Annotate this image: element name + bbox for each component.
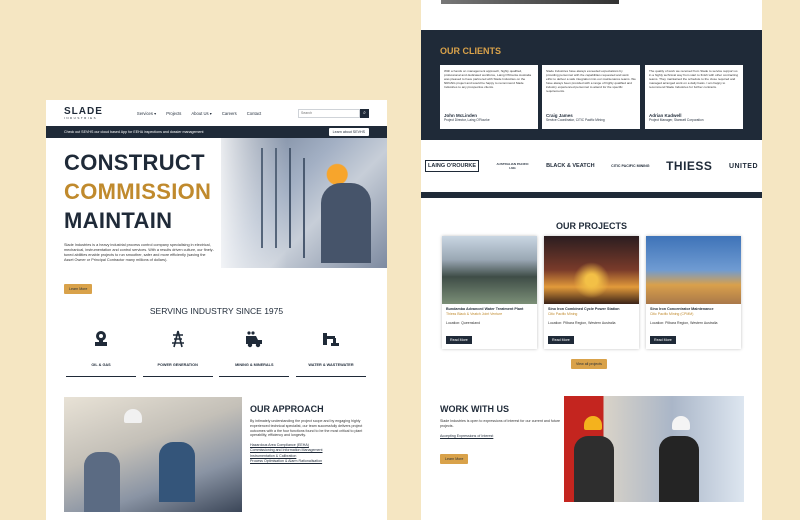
black-veatch-logo: BLACK & VEATCH [546,163,595,169]
project-location: Location: Pilbara Region, Western Austra… [650,321,718,325]
search-input[interactable] [298,108,360,118]
thiess-logo: THIESS [666,159,713,173]
hero-headline: CONSTRUCT COMMISSION MAINTAIN [64,148,211,235]
industry-label: MINING & MINERALS [235,363,274,367]
water-tap-icon [322,333,339,346]
headline-commission: COMMISSION [64,179,212,204]
industry-mining-minerals[interactable]: MINING & MINERALS [219,330,290,377]
project-photo-water-plant [442,236,537,304]
power-tower-icon [171,330,184,348]
read-more-button[interactable]: Read More [650,336,676,344]
headline-construct: CONSTRUCT [64,150,205,175]
project-card[interactable]: Sino Iron Combined Cycle Power Station C… [544,236,639,349]
clients-title: OUR CLIENTS [440,46,502,56]
work-learn-more-button[interactable]: Learn More [440,453,469,464]
testimonial-quote: With a hands on management approach, hig… [444,69,532,89]
read-more-button[interactable]: Read More [446,336,472,344]
project-title: Bundamba Advanced Water Treatment Plant [446,307,524,311]
citic-pacific-mining-logo: CITIC PACIFIC MINING [611,164,650,168]
approach-link-process-optimisation[interactable]: Process Optimisation & Alarm Rationalisa… [250,459,370,464]
expressions-of-interest-link[interactable]: Accepting Expressions of Interest [440,434,565,438]
approach-section: OUR APPROACH By intimately understanding… [250,404,370,464]
project-card[interactable]: Sino Iron Concentrator Maintenance Citic… [646,236,741,349]
testimonial-quote: The quality of work we received from Sla… [649,69,739,89]
learn-about-sevhs-button[interactable]: Learn about SEVHS [328,128,369,136]
client-logos-strip: LAING O'ROURKE AUSTRALIAN PACIFIC LNG BL… [421,140,762,198]
hero-description: Slade Industries is a heavy industrial p… [64,243,214,262]
approach-title: OUR APPROACH [250,404,324,414]
testimonial-role: Service Coordinator, CITIC Pacific Minin… [546,118,605,122]
banner-text: Check out SEVHS our cloud based App for … [64,130,204,134]
testimonial-role: Project Manager, Stanwell Corporation [649,118,704,122]
homepage-right-column: OUR CLIENTS With a hands on management a… [421,0,762,520]
industry-label: POWER GENERATION [157,363,198,367]
projects-title: OUR PROJECTS [555,221,627,231]
industry-water-wastewater[interactable]: WATER & WASTEWATER [295,330,366,377]
industry-label: OIL & GAS [91,363,111,367]
project-title: Sino Iron Concentrator Maintenance [650,307,714,311]
logo-subtext: INDUSTRIES [64,115,98,120]
industry-oil-gas[interactable]: OIL & GAS [66,330,136,377]
view-all-projects-button[interactable]: View all projects [571,359,607,369]
work-photo-workers-hardhats [564,396,744,502]
headline-maintain: MAINTAIN [64,208,173,233]
testimonial-quote: Slade Industries have always exceeded ex… [546,69,636,93]
mining-truck-icon [246,331,263,348]
project-card[interactable]: Bundamba Advanced Water Treatment Plant … [442,236,537,349]
testimonial-card: Slade Industries have always exceeded ex… [542,65,640,129]
logo-wordmark: SLADE [64,105,103,117]
our-clients-section: OUR CLIENTS With a hands on management a… [421,30,762,140]
work-title: WORK WITH US [440,404,509,414]
search-icon: ⌕ [363,110,366,116]
approach-photo-engineers [64,397,242,512]
announcement-banner: Check out SEVHS our cloud based App for … [46,126,387,138]
hero-section: CONSTRUCT COMMISSION MAINTAIN Slade Indu… [46,138,387,286]
testimonial-card: With a hands on management approach, hig… [440,65,538,129]
oil-pump-icon [95,331,107,346]
australia-pacific-lng-logo: AUSTRALIAN PACIFIC LNG [496,162,529,170]
nav-item-contact[interactable]: Contact [247,111,261,116]
serving-industry-title: SERVING INDUSTRY SINCE 1975 [149,306,284,316]
homepage-left-column: SLADE INDUSTRIES Services ▾ Projects Abo… [46,100,387,520]
united-logo: UNITED [728,162,758,170]
project-photo-power-station [544,236,639,304]
hero-learn-more-button[interactable]: Learn More [64,284,93,294]
work-with-us-section: WORK WITH US Slade Industries is open to… [440,404,565,465]
industries-row: OIL & GAS POWER GENERATION MINING & MINE… [66,330,366,377]
work-description: Slade Industries is open to expressions … [440,419,561,428]
approach-description: By intimately understanding the project … [250,419,363,438]
nav-item-projects[interactable]: Projects [166,111,181,116]
search-button[interactable]: ⌕ [360,108,369,118]
project-location: Location: Queensland [446,321,481,325]
project-location: Location: Pilbara Region, Western Austra… [548,321,616,325]
project-title: Sino Iron Combined Cycle Power Station [548,307,620,311]
laing-orourke-logo: LAING O'ROURKE [425,160,480,172]
nav-item-careers[interactable]: Careers [222,111,237,116]
project-photo-concentrator [646,236,741,304]
industry-power-generation[interactable]: POWER GENERATION [142,330,213,377]
cropped-top-image [441,0,619,4]
search-box: ⌕ [298,108,369,118]
testimonial-card: The quality of work we received from Sla… [645,65,743,129]
nav-item-about-us[interactable]: About Us ▾ [191,111,212,116]
slade-logo[interactable]: SLADE INDUSTRIES [64,105,103,120]
top-navigation: SLADE INDUSTRIES Services ▾ Projects Abo… [46,100,387,126]
nav-item-services[interactable]: Services ▾ [137,111,156,116]
hero-photo-worker-refinery [221,138,387,268]
read-more-button[interactable]: Read More [548,336,574,344]
testimonial-role: Project Director, Laing O'Rourke [444,118,490,122]
industry-label: WATER & WASTEWATER [308,363,354,367]
